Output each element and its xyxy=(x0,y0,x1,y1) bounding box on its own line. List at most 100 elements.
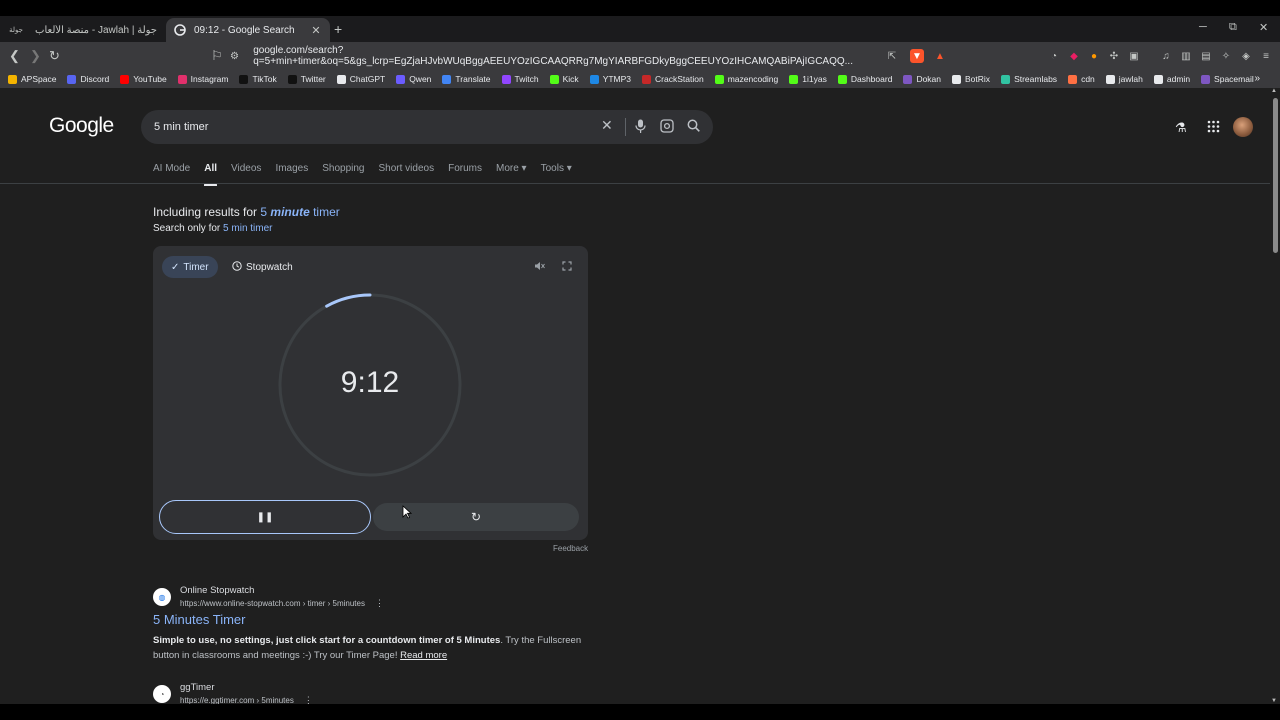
apps-grid-icon[interactable] xyxy=(1207,120,1220,136)
bookmark-apspace[interactable]: APSpace xyxy=(8,74,56,84)
bookmark-admin[interactable]: admin xyxy=(1153,74,1190,84)
scrollbar-thumb[interactable] xyxy=(1273,98,1278,253)
result-url[interactable]: https://www.online-stopwatch.com › timer… xyxy=(180,598,384,609)
timer-tab-chip[interactable]: ✓ Timer xyxy=(162,256,218,278)
lens-icon[interactable] xyxy=(660,119,674,136)
tab-forums[interactable]: Forums xyxy=(448,163,482,174)
google-logo[interactable]: Google xyxy=(49,114,114,138)
more-bookmarks-icon[interactable]: » xyxy=(1254,73,1260,84)
fullscreen-icon[interactable] xyxy=(562,261,572,274)
bookmark-twitter[interactable]: Twitter xyxy=(287,74,326,84)
leo-ai-icon[interactable]: ✧ xyxy=(1219,49,1233,63)
stopwatch-tab-chip[interactable]: Stopwatch xyxy=(223,256,302,278)
bookmark-label: Qwen xyxy=(409,74,432,84)
bookmark-mazencoding[interactable]: mazencoding xyxy=(714,74,778,84)
bookmark-crackstation[interactable]: CrackStation xyxy=(642,74,704,84)
tab-google-search[interactable]: 09:12 - Google Search ✕ xyxy=(166,18,330,42)
sidebar-icon[interactable]: ▥ xyxy=(1179,49,1193,63)
more-options-icon[interactable]: ⋮ xyxy=(375,598,384,608)
brave-rewards-icon[interactable]: ▲ xyxy=(933,49,947,63)
pause-button[interactable]: ❚❚ xyxy=(159,500,371,534)
bookmark-icon[interactable]: ⚐ xyxy=(211,48,223,64)
microphone-icon[interactable] xyxy=(635,119,646,136)
scroll-up-icon[interactable]: ▲ xyxy=(1271,88,1277,94)
bookmark-jawlah[interactable]: jawlah xyxy=(1105,74,1143,84)
bookmark-tiktok[interactable]: TikTok xyxy=(239,74,277,84)
maximize-icon[interactable]: ⧉ xyxy=(1229,21,1237,34)
close-tab-icon[interactable]: ✕ xyxy=(310,24,322,37)
forward-icon[interactable]: ❯ xyxy=(30,48,41,64)
bookmark-favicon-icon xyxy=(952,74,962,84)
clear-icon[interactable]: ✕ xyxy=(601,117,613,134)
bookmark-label: ChatGPT xyxy=(349,74,386,84)
extension-icon[interactable]: ◆ xyxy=(1067,49,1081,63)
bookmark-favicon-icon xyxy=(1001,74,1011,84)
result-url[interactable]: https://e.ggtimer.com › 5minutes ⋮ xyxy=(180,695,313,704)
tab-tools[interactable]: Tools ▾ xyxy=(541,163,572,174)
more-options-icon[interactable]: ⋮ xyxy=(304,695,313,704)
including-results-notice: Including results for 5 minute timer xyxy=(153,205,340,219)
account-avatar[interactable] xyxy=(1233,117,1253,137)
bookmark-favicon-icon xyxy=(1201,74,1211,84)
bookmark-discord[interactable]: Discord xyxy=(67,74,109,84)
puzzle-icon[interactable]: ✣ xyxy=(1107,49,1121,63)
new-tab-button[interactable]: + xyxy=(334,21,342,37)
bookmark-kick[interactable]: Kick xyxy=(549,74,579,84)
tab-jawlah[interactable]: جولة جولة | Jawlah - منصة الألعاب التفاع… xyxy=(0,18,165,42)
bookmark-chatgpt[interactable]: ChatGPT xyxy=(336,74,386,84)
bookmark-streamlabs[interactable]: Streamlabs xyxy=(1001,74,1057,84)
tab-videos[interactable]: Videos xyxy=(231,163,261,174)
bookmark-label: YTMP3 xyxy=(602,74,632,84)
search-input[interactable]: 5 min timer xyxy=(154,121,208,133)
back-icon[interactable]: ❮ xyxy=(9,48,20,64)
bookmark-dashboard[interactable]: Dashboard xyxy=(837,74,892,84)
bookmark-favicon-icon xyxy=(239,74,249,84)
tab-all[interactable]: All xyxy=(204,163,217,186)
result-site-name[interactable]: ggTimer xyxy=(180,682,215,693)
mute-icon[interactable] xyxy=(534,261,545,274)
tab-short-videos[interactable]: Short videos xyxy=(379,163,435,174)
music-icon[interactable]: ♫ xyxy=(1159,49,1173,63)
address-bar-row: ❮ ❯ ↻ ⚐ ⚙ google.com/search?q=5+min+time… xyxy=(0,42,1280,70)
tab-shopping[interactable]: Shopping xyxy=(322,163,364,174)
bookmark-label: CrackStation xyxy=(655,74,704,84)
bookmark-twitch[interactable]: Twitch xyxy=(501,74,539,84)
tab-images[interactable]: Images xyxy=(275,163,308,174)
tab-more[interactable]: More ▾ xyxy=(496,163,527,174)
bookmark-dokan[interactable]: Dokan xyxy=(903,74,941,84)
reload-icon[interactable]: ↻ xyxy=(49,48,60,64)
bookmark-qwen[interactable]: Qwen xyxy=(396,74,431,84)
search-icon[interactable] xyxy=(687,119,700,135)
bookmark-translate[interactable]: Translate xyxy=(442,74,491,84)
result-site-name[interactable]: Online Stopwatch xyxy=(180,585,254,596)
extension-icon[interactable]: ◔ xyxy=(1047,49,1061,63)
screenshot-icon[interactable]: ▣ xyxy=(1127,49,1141,63)
extension-icon[interactable]: ● xyxy=(1087,49,1101,63)
read-more-link[interactable]: Read more xyxy=(400,650,447,661)
bookmark-cdn[interactable]: cdn xyxy=(1068,74,1095,84)
tab-ai-mode[interactable]: AI Mode xyxy=(153,163,190,174)
labs-icon[interactable]: ⚗ xyxy=(1175,120,1187,136)
feedback-link[interactable]: Feedback xyxy=(553,544,588,553)
bookmark-spacemail[interactable]: Spacemail xyxy=(1201,74,1254,84)
bookmark-1i1yas[interactable]: 1i1yas xyxy=(789,74,827,84)
search-only-link[interactable]: 5 min timer xyxy=(223,223,272,234)
bookmark-instagram[interactable]: Instagram xyxy=(177,74,228,84)
close-window-icon[interactable]: ✕ xyxy=(1259,21,1268,34)
result-title-link[interactable]: 5 Minutes Timer xyxy=(153,612,245,627)
url-field[interactable]: ⚙ google.com/search?q=5+min+timer&oq=5&g… xyxy=(230,45,906,67)
bookmark-ytmp3[interactable]: YTMP3 xyxy=(589,74,632,84)
brave-shield-icon[interactable]: ▼ xyxy=(910,49,924,63)
site-info-icon[interactable]: ⚙ xyxy=(230,51,243,62)
bookmark-youtube[interactable]: YouTube xyxy=(120,74,167,84)
search-only-notice: Search only for 5 min timer xyxy=(153,223,273,234)
wallet-icon[interactable]: ▤ xyxy=(1199,49,1213,63)
minimize-icon[interactable]: ─ xyxy=(1199,21,1207,33)
menu-icon[interactable]: ≡ xyxy=(1259,49,1273,63)
bookmark-botrix[interactable]: BotRix xyxy=(952,74,990,84)
including-results-link[interactable]: 5 minute timer xyxy=(260,205,339,219)
share-icon[interactable]: ⇱ xyxy=(885,49,899,63)
search-box[interactable]: 5 min timer ✕ xyxy=(141,110,713,144)
vpn-icon[interactable]: ◈ xyxy=(1239,49,1253,63)
page-scrollbar[interactable]: ▲ ▼ xyxy=(1270,88,1280,704)
